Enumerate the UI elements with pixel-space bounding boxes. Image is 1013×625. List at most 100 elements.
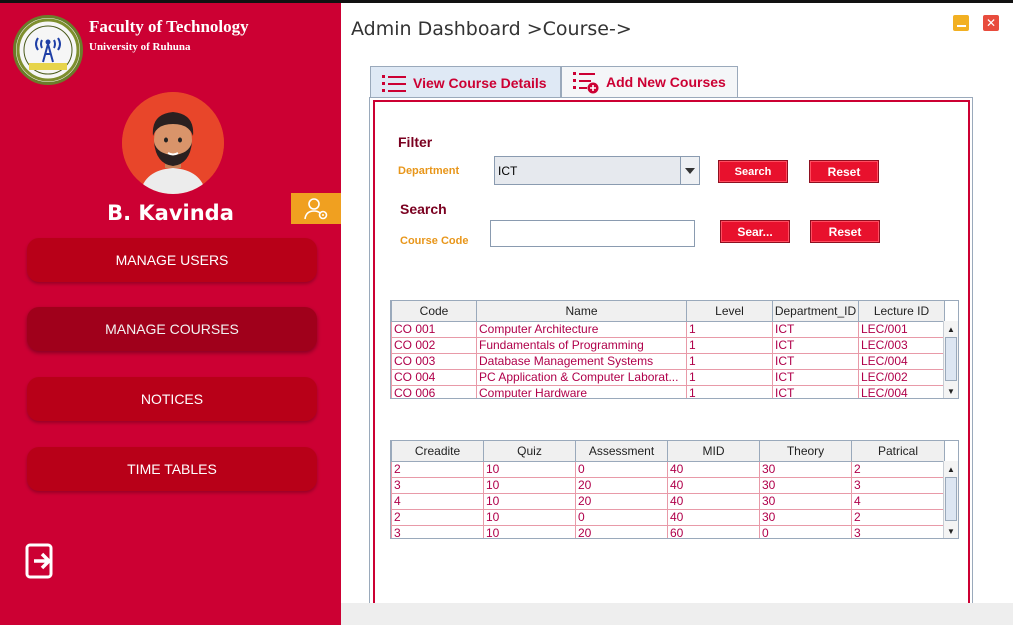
nav-label: NOTICES <box>140 391 204 407</box>
scroll-up-icon[interactable]: ▲ <box>944 462 958 476</box>
table-cell: 0 <box>575 460 668 478</box>
tab-view-course-details[interactable]: View Course Details <box>370 66 561 98</box>
column-header[interactable]: Quiz <box>483 441 576 462</box>
logout-icon <box>25 543 53 579</box>
table-cell: CO 004 <box>391 368 477 386</box>
table-cell: 3 <box>391 476 484 494</box>
table-cell: 3 <box>851 476 945 494</box>
table-cell: 0 <box>575 508 668 526</box>
code-reset-button[interactable]: Reset <box>810 220 880 243</box>
table-row[interactable]: CO 001 Computer Architecture 1 ICT LEC/0… <box>391 320 945 338</box>
column-header[interactable]: Level <box>686 301 773 322</box>
filter-reset-button[interactable]: Reset <box>809 160 879 183</box>
avatar <box>122 92 224 194</box>
nav-label: MANAGE COURSES <box>105 321 239 337</box>
department-select-value: ICT <box>498 163 518 178</box>
chevron-down-icon[interactable] <box>680 157 699 184</box>
course-table: Code Name Level Department_ID Lecture ID… <box>390 300 959 399</box>
user-name: B. Kavinda <box>107 201 234 225</box>
table-cell: 40 <box>667 492 760 510</box>
nav-time-tables[interactable]: TIME TABLES <box>27 447 317 491</box>
minimize-button[interactable] <box>953 15 969 31</box>
column-header[interactable]: Assessment <box>575 441 668 462</box>
table-cell: 30 <box>759 492 852 510</box>
table-cell: ICT <box>772 320 859 338</box>
column-header[interactable]: Creadite <box>391 441 484 462</box>
marks-table: Creadite Quiz Assessment MID Theory Patr… <box>390 440 959 539</box>
table-cell: Database Management Systems <box>476 352 687 370</box>
table-cell: 10 <box>483 508 576 526</box>
table-cell: 60 <box>667 524 760 538</box>
table-cell: 2 <box>851 508 945 526</box>
org-subtitle: University of Ruhuna <box>89 41 191 53</box>
table-row[interactable]: 2 10 0 40 30 2 <box>391 460 945 478</box>
course-table-scrollbar[interactable]: ▲ ▼ <box>943 321 958 398</box>
nav-notices[interactable]: NOTICES <box>27 377 317 421</box>
profile-settings-button[interactable] <box>291 193 341 224</box>
scroll-down-icon[interactable]: ▼ <box>944 524 958 538</box>
nav-label: MANAGE USERS <box>115 252 229 268</box>
table-row[interactable]: 3 10 20 60 0 3 <box>391 524 945 538</box>
code-search-button[interactable]: Sear... <box>720 220 790 243</box>
scroll-up-icon[interactable]: ▲ <box>944 322 958 336</box>
column-header[interactable]: Name <box>476 301 687 322</box>
table-cell: 1 <box>686 352 773 370</box>
user-settings-icon <box>304 197 328 219</box>
scroll-thumb[interactable] <box>945 337 957 381</box>
table-cell: CO 002 <box>391 336 477 354</box>
scroll-thumb[interactable] <box>945 477 957 521</box>
button-label: Search <box>734 165 772 178</box>
table-cell: 10 <box>483 524 576 538</box>
table-cell: 30 <box>759 476 852 494</box>
column-header[interactable]: Theory <box>759 441 852 462</box>
tab-add-new-courses[interactable]: Add New Courses <box>561 66 738 98</box>
table-cell: PC Application & Computer Laborat... <box>476 368 687 386</box>
logout-button[interactable] <box>25 543 55 579</box>
column-header[interactable]: Lecture ID <box>858 301 945 322</box>
table-row[interactable]: 2 10 0 40 30 2 <box>391 508 945 526</box>
marks-table-scrollbar[interactable]: ▲ ▼ <box>943 461 958 538</box>
table-row[interactable]: CO 004 PC Application & Computer Laborat… <box>391 368 945 386</box>
department-select[interactable]: ICT <box>494 156 700 185</box>
nav-manage-users[interactable]: MANAGE USERS <box>27 238 317 282</box>
table-cell: 40 <box>667 476 760 494</box>
column-header[interactable]: Patrical <box>851 441 945 462</box>
table-header-row: Creadite Quiz Assessment MID Theory Patr… <box>391 441 945 462</box>
search-heading: Search <box>400 201 447 217</box>
main-panel: Admin Dashboard >Course-> ✕ View Course … <box>341 3 1013 607</box>
table-cell: LEC/004 <box>858 352 945 370</box>
sidebar: Faculty of Technology University of Ruhu… <box>0 3 341 625</box>
table-row[interactable]: CO 006 Computer Hardware 1 ICT LEC/004 <box>391 384 945 398</box>
breadcrumb: Admin Dashboard >Course-> <box>351 18 632 40</box>
table-cell: Computer Hardware <box>476 384 687 398</box>
close-button[interactable]: ✕ <box>983 15 999 31</box>
table-header-row: Code Name Level Department_ID Lecture ID <box>391 301 945 322</box>
table-cell: 20 <box>575 476 668 494</box>
column-header[interactable]: Code <box>391 301 477 322</box>
filter-search-button[interactable]: Search <box>718 160 788 183</box>
minimize-icon <box>956 25 966 27</box>
table-row[interactable]: 3 10 20 40 30 3 <box>391 476 945 494</box>
table-cell: 10 <box>483 476 576 494</box>
course-code-input[interactable] <box>490 220 695 247</box>
table-cell: 30 <box>759 460 852 478</box>
table-cell: ICT <box>772 336 859 354</box>
table-cell: 10 <box>483 492 576 510</box>
table-cell: ICT <box>772 368 859 386</box>
nav-manage-courses[interactable]: MANAGE COURSES <box>27 307 317 351</box>
table-cell: CO 001 <box>391 320 477 338</box>
table-row[interactable]: CO 002 Fundamentals of Programming 1 ICT… <box>391 336 945 354</box>
table-cell: 30 <box>759 508 852 526</box>
tab-label: Add New Courses <box>606 74 726 90</box>
course-code-label: Course Code <box>400 235 469 247</box>
table-cell: 1 <box>686 320 773 338</box>
button-label: Reset <box>828 224 862 239</box>
column-header[interactable]: Department_ID <box>772 301 859 322</box>
table-cell: 40 <box>667 460 760 478</box>
table-cell: LEC/002 <box>858 368 945 386</box>
scroll-down-icon[interactable]: ▼ <box>944 384 958 398</box>
table-row[interactable]: 4 10 20 40 30 4 <box>391 492 945 510</box>
column-header[interactable]: MID <box>667 441 760 462</box>
table-cell: ICT <box>772 384 859 398</box>
table-row[interactable]: CO 003 Database Management Systems 1 ICT… <box>391 352 945 370</box>
